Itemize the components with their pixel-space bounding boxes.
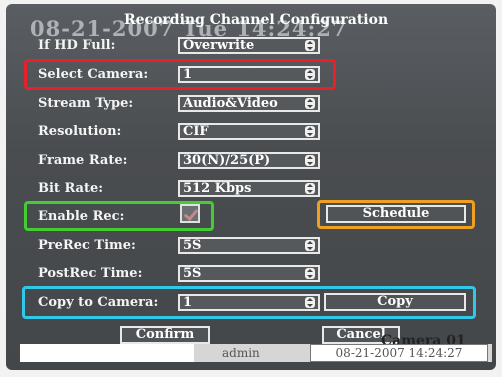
prerec-time-value: 5S [183,238,202,253]
prerec-time-select[interactable]: 5S [178,237,320,254]
dvr-screen: 08-21-2007 Tue 14:24:27 Recording Channe… [6,4,496,370]
dropdown-arrow-icon [305,268,315,279]
enable-rec-highlight [24,201,214,231]
copy-row-highlight [22,286,476,319]
status-user: admin [222,346,260,360]
status-time: 08-21-2007 14:24:27 [310,344,488,362]
hd-full-select[interactable]: Overwrite [178,37,320,54]
postrec-time-select[interactable]: 5S [178,265,320,282]
postrec-time-value: 5S [183,266,202,281]
resolution-value: CIF [183,124,209,139]
postrec-time-label: PostRec Time: [38,266,143,281]
dropdown-arrow-icon [305,98,315,109]
dropdown-arrow-icon [305,155,315,166]
dropdown-arrow-icon [305,183,315,194]
schedule-highlight [317,200,475,229]
status-bar: admin 08-21-2007 14:24:27 [20,344,492,362]
bit-rate-select[interactable]: 512 Kbps [178,180,320,197]
prerec-time-label: PreRec Time: [38,238,136,253]
dialog-title: Recording Channel Configuration [124,12,389,28]
confirm-button[interactable]: Confirm [120,326,210,344]
hd-full-label: If HD Full: [38,38,116,53]
stream-type-select[interactable]: Audio&Video [178,95,320,112]
stream-type-label: Stream Type: [38,96,134,111]
frame-rate-label: Frame Rate: [38,153,128,168]
bit-rate-label: Bit Rate: [38,181,104,196]
hd-full-value: Overwrite [183,38,255,53]
frame-rate-select[interactable]: 30(N)/25(P) [178,152,320,169]
select-camera-highlight [24,59,336,90]
stream-type-value: Audio&Video [183,96,278,111]
resolution-label: Resolution: [38,124,122,139]
bit-rate-value: 512 Kbps [183,181,252,196]
dropdown-arrow-icon [305,126,315,137]
resolution-select[interactable]: CIF [178,123,320,140]
dropdown-arrow-icon [305,40,315,51]
frame-rate-value: 30(N)/25(P) [183,153,271,168]
dropdown-arrow-icon [305,240,315,251]
status-blank [20,344,194,362]
